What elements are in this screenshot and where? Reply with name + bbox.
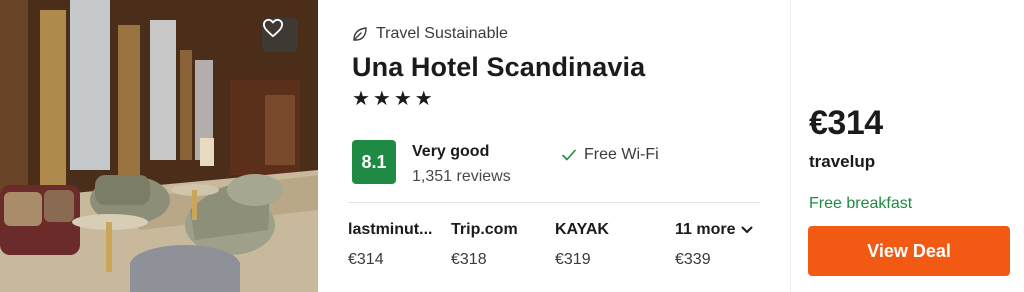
heart-icon — [262, 18, 283, 38]
sustainability-text: Travel Sustainable — [376, 25, 508, 42]
review-score-word: Very good — [412, 143, 490, 160]
provider-lastminute[interactable]: lastminut... €314 — [348, 220, 444, 270]
review-count[interactable]: 1,351 reviews — [412, 168, 511, 186]
provider-name: KAYAK — [555, 221, 609, 238]
deal-site: travelup — [809, 152, 876, 171]
hotel-info: Travel Sustainable Una Hotel Scandinavia… — [318, 0, 790, 292]
provider-price: €314 — [348, 251, 384, 268]
amenity-label: Free Wi-Fi — [584, 146, 659, 163]
more-providers-text: 11 more — [675, 221, 736, 238]
provider-tripcom[interactable]: Trip.com €318 — [451, 220, 547, 270]
more-providers-label: 11 more — [675, 220, 765, 240]
travel-sustainable-label: Travel Sustainable — [352, 24, 508, 44]
more-providers-button[interactable]: 11 more €339 — [675, 220, 765, 270]
provider-price: €318 — [451, 251, 487, 268]
amenity-wifi: Free Wi-Fi — [562, 146, 659, 164]
favorite-button[interactable] — [262, 18, 298, 52]
provider-kayak[interactable]: KAYAK €319 — [555, 220, 651, 270]
hotel-name[interactable]: Una Hotel Scandinavia — [352, 52, 645, 83]
review-score-badge: 8.1 — [352, 140, 396, 184]
hotel-photo[interactable] — [0, 0, 318, 292]
deal-price: €314 — [809, 104, 883, 142]
star-rating: ★★★★ — [352, 88, 436, 110]
best-deal-panel: €314 travelup Free breakfast View Deal — [791, 0, 1024, 292]
divider — [348, 202, 760, 203]
provider-price: €319 — [555, 251, 591, 268]
leaf-icon — [353, 27, 367, 41]
hotel-result-card[interactable]: Travel Sustainable Una Hotel Scandinavia… — [0, 0, 1024, 292]
provider-name: Trip.com — [451, 221, 518, 238]
view-deal-button[interactable]: View Deal — [808, 226, 1010, 276]
provider-name: lastminut... — [348, 221, 433, 238]
provider-price: €339 — [675, 251, 711, 268]
deal-perk: Free breakfast — [809, 195, 913, 212]
check-icon — [562, 149, 576, 161]
chevron-down-icon — [741, 226, 753, 233]
